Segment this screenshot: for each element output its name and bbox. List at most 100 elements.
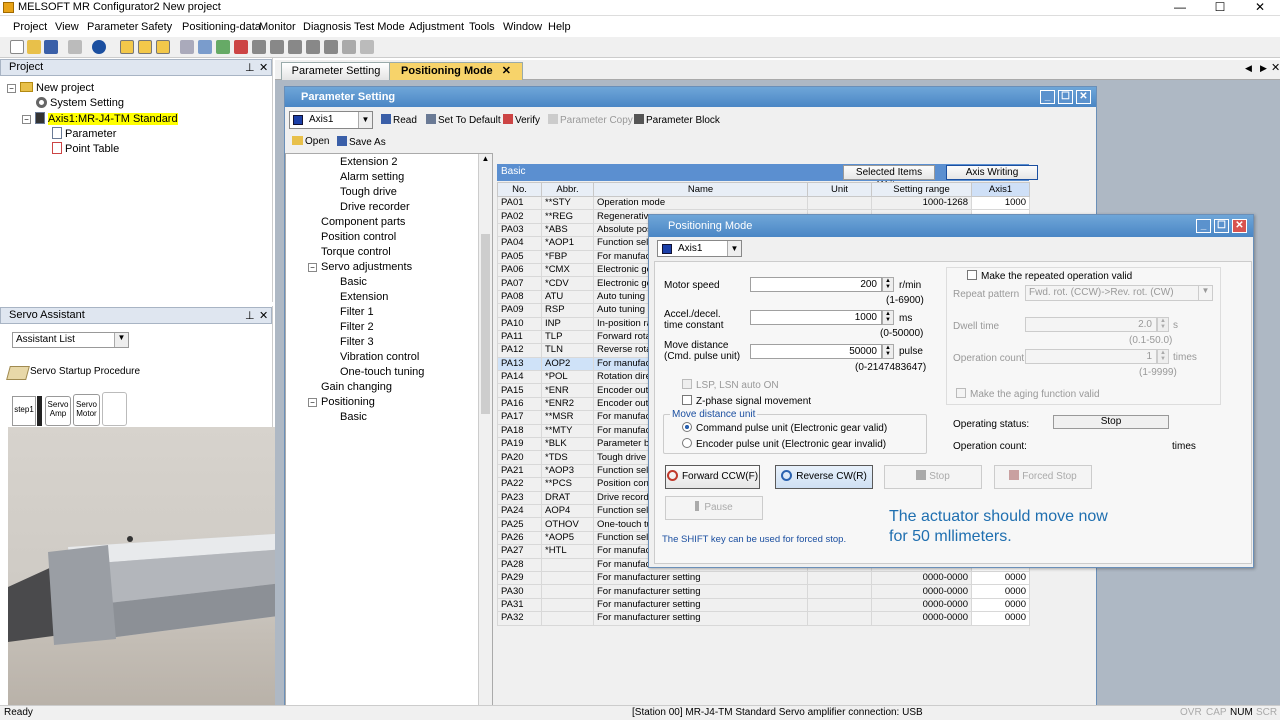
parameter-block-button[interactable]: Parameter Block xyxy=(634,114,720,126)
close-button[interactable]: ✕ xyxy=(1240,0,1280,16)
table-row[interactable]: PA01 **STY Operation mode 1000-1268 1000 xyxy=(497,195,1030,211)
axis-icon[interactable] xyxy=(120,40,134,54)
menu-monitor[interactable]: Monitor xyxy=(259,21,296,33)
close-icon[interactable]: ✕ xyxy=(259,61,268,76)
forced-stop-button[interactable]: Forced Stop xyxy=(994,465,1092,489)
repeat-operation-checkbox[interactable]: Make the repeated operation valid xyxy=(965,270,1135,282)
tab-close-icon[interactable]: ✕ xyxy=(502,65,511,77)
servo-startup-procedure[interactable]: Servo Startup Procedure xyxy=(30,366,140,377)
motor-speed-spinner[interactable]: ▲ ▼ xyxy=(882,277,894,292)
menu-test-mode[interactable]: Test Mode xyxy=(354,21,405,33)
checkbox-icon[interactable] xyxy=(682,395,692,405)
table-row[interactable]: PA29 For manufacturer setting 0000-0000 000… xyxy=(497,570,1030,586)
grid-header-cell[interactable]: Unit xyxy=(807,182,872,197)
chevron-down-icon[interactable]: ▼ xyxy=(114,333,128,347)
save-icon[interactable] xyxy=(44,40,58,54)
collapse-icon[interactable]: − xyxy=(308,263,317,272)
tree-position-control[interactable]: Position control xyxy=(321,231,396,243)
tree-torque-control[interactable]: Torque control xyxy=(321,246,391,258)
motor-speed-input[interactable]: 200 xyxy=(750,277,882,292)
tree-servo-adjustments[interactable]: − Servo adjustments xyxy=(308,261,412,273)
test-icon[interactable] xyxy=(216,40,230,54)
scroll-thumb[interactable] xyxy=(481,234,490,414)
alarm-icon[interactable] xyxy=(234,40,248,54)
operation-count-spinner[interactable]: ▲ ▼ xyxy=(1157,349,1169,364)
tree-tough-drive[interactable]: Tough drive xyxy=(340,186,397,198)
grid-header-cell[interactable]: Abbr. xyxy=(541,182,594,197)
graph-icon[interactable] xyxy=(252,40,266,54)
filter-icon[interactable] xyxy=(342,40,356,54)
tree-positioning-basic[interactable]: Basic xyxy=(340,411,367,423)
io-icon[interactable] xyxy=(288,40,302,54)
collapse-icon[interactable]: − xyxy=(308,398,317,407)
menu-diagnosis[interactable]: Diagnosis xyxy=(303,21,351,33)
tuning-icon[interactable] xyxy=(324,40,338,54)
tree-drive-recorder[interactable]: Drive recorder xyxy=(340,201,410,213)
z-phase-checkbox[interactable]: Z-phase signal movement xyxy=(682,395,811,407)
tree-filter1[interactable]: Filter 1 xyxy=(340,306,374,318)
accel-time-spinner[interactable]: ▲ ▼ xyxy=(882,310,894,325)
tab-scroll-left-icon[interactable]: ◀ xyxy=(1245,63,1252,74)
chevron-down-icon[interactable]: ▼ xyxy=(358,112,372,128)
servo-motor-card[interactable]: Servo Motor xyxy=(73,394,100,426)
grid-header-cell[interactable]: Name xyxy=(593,182,808,197)
new-file-icon[interactable] xyxy=(10,40,24,54)
tree-gain-changing[interactable]: Gain changing xyxy=(321,381,392,393)
scroll-up-icon[interactable]: ▲ xyxy=(479,154,492,163)
refresh-icon[interactable] xyxy=(180,40,194,54)
tree-item-new-project[interactable]: − New project xyxy=(7,82,94,94)
menu-view[interactable]: View xyxy=(55,21,79,33)
forward-ccw-button[interactable]: Forward CCW(F) xyxy=(665,465,760,489)
maximize-button[interactable]: ☐ xyxy=(1200,0,1240,16)
checkbox-icon[interactable] xyxy=(967,270,977,280)
axis-writing-button[interactable]: Axis Writing xyxy=(946,165,1038,180)
table-cell[interactable]: 0000 xyxy=(971,597,1030,613)
table-cell[interactable]: 1000 xyxy=(971,195,1030,211)
stop-button[interactable]: Stop xyxy=(884,465,982,489)
chevron-down-icon[interactable]: ▼ xyxy=(1198,286,1212,300)
minimize-button[interactable]: — xyxy=(1160,0,1200,16)
maximize-button[interactable]: ☐ xyxy=(1214,219,1229,233)
dwell-time-input[interactable]: 2.0 xyxy=(1025,317,1157,332)
open-button[interactable]: Open xyxy=(292,136,329,147)
table-cell[interactable]: 0000 xyxy=(971,584,1030,599)
save-as-button[interactable]: Save As xyxy=(337,136,386,148)
move-distance-input[interactable]: 50000 xyxy=(750,344,882,359)
tree-item-point-table[interactable]: Point Table xyxy=(52,142,119,155)
tab-parameter-setting[interactable]: Parameter Setting xyxy=(281,62,391,80)
tree-item-system-setting[interactable]: System Setting xyxy=(36,97,124,109)
reverse-cw-button[interactable]: Reverse CW(R) xyxy=(775,465,873,489)
aging-function-checkbox[interactable]: Make the aging function valid xyxy=(956,388,1100,400)
collapse-icon[interactable]: − xyxy=(7,84,16,93)
set-to-default-button[interactable]: Set To Default xyxy=(426,114,501,126)
table-cell[interactable]: 0000 xyxy=(971,570,1030,586)
tree-filter2[interactable]: Filter 2 xyxy=(340,321,374,333)
machine-icon[interactable] xyxy=(360,40,374,54)
verify-button[interactable]: Verify xyxy=(503,114,540,126)
tree-alarm-setting[interactable]: Alarm setting xyxy=(340,171,404,183)
menu-project[interactable]: Project xyxy=(13,21,47,33)
accel-time-input[interactable]: 1000 xyxy=(750,310,882,325)
encoder-pulse-radio[interactable]: Encoder pulse unit (Electronic gear inva… xyxy=(682,438,886,450)
grid-header-cell[interactable]: No. xyxy=(497,182,542,197)
menu-window[interactable]: Window xyxy=(503,21,542,33)
checkbox-checked-icon[interactable] xyxy=(682,379,692,389)
selected-items-write-button[interactable]: Selected Items Write xyxy=(843,165,935,191)
next-step-card[interactable] xyxy=(102,392,127,426)
assistant-list-select[interactable]: Assistant List ▼ xyxy=(12,332,129,348)
repeat-pattern-select[interactable]: Fwd. rot. (CCW)->Rev. rot. (CW) ▼ xyxy=(1025,285,1213,301)
radio-icon[interactable] xyxy=(682,438,692,448)
tree-extension2[interactable]: Extension 2 xyxy=(340,156,397,168)
pause-button[interactable]: Pause xyxy=(665,496,763,520)
minimize-button[interactable]: _ xyxy=(1196,219,1211,233)
close-button[interactable]: ✕ xyxy=(1076,90,1091,104)
axis-select[interactable]: Axis1 ▼ xyxy=(289,111,373,129)
menu-help[interactable]: Help xyxy=(548,21,571,33)
minimize-button[interactable]: _ xyxy=(1040,90,1055,104)
servo-amp-card[interactable]: Servo Amp xyxy=(45,396,71,426)
tree-extension[interactable]: Extension xyxy=(340,291,388,303)
menu-adjustment[interactable]: Adjustment xyxy=(409,21,464,33)
command-pulse-radio[interactable]: Command pulse unit (Electronic gear vali… xyxy=(682,422,887,434)
table-cell[interactable]: 0000 xyxy=(971,611,1030,626)
close-button[interactable]: ✕ xyxy=(1232,219,1247,233)
